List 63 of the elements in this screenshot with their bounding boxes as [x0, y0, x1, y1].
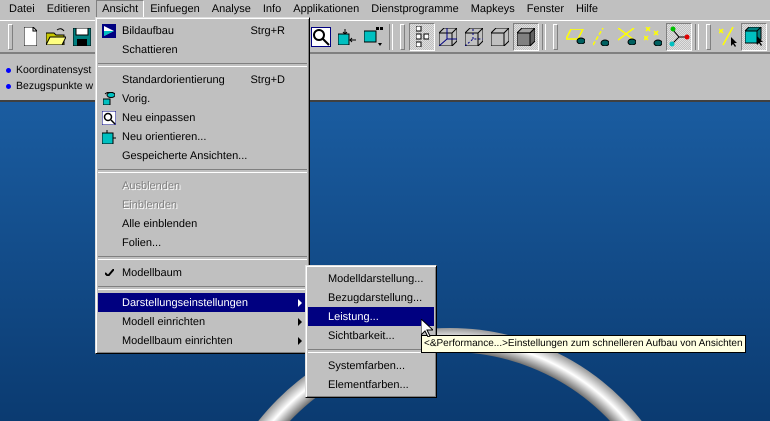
- toolbar-button[interactable]: [666, 22, 692, 50]
- menu-item[interactable]: Neu orientieren...: [98, 127, 307, 146]
- bullet-icon: [6, 68, 11, 72]
- menu-item[interactable]: Leistung...: [308, 307, 434, 326]
- previous-view-icon: [103, 92, 115, 105]
- menu-title[interactable]: Einfuegen: [144, 0, 206, 18]
- menu-item[interactable]: Modellbaum einrichten: [98, 331, 307, 350]
- shaded-cube-icon: [517, 28, 535, 46]
- menu-item[interactable]: Bildaufbau Strg+R: [98, 21, 307, 40]
- info-text: Bezugspunkte w: [16, 80, 94, 92]
- toolbar-button[interactable]: [513, 22, 539, 50]
- axis-eye-icon: [593, 28, 609, 46]
- menu-title[interactable]: Applikationen: [287, 0, 366, 18]
- axes-icon: [668, 26, 690, 47]
- menu-item[interactable]: Systemfarben...: [308, 356, 434, 375]
- menu-title[interactable]: Mapkeys: [464, 0, 521, 18]
- menu-item[interactable]: Modell einrichten: [98, 312, 307, 331]
- outline-cube-icon: [491, 28, 509, 46]
- menu-item[interactable]: Modelldarstellung...: [308, 269, 434, 288]
- magnifier-icon: [311, 26, 331, 46]
- submenu-arrow-icon: [298, 336, 302, 344]
- cube-arrows-icon: [102, 130, 116, 144]
- cursor-icon: [421, 319, 433, 337]
- plane-eye-icon: [566, 29, 584, 44]
- submenu-arrow-icon: [298, 298, 302, 306]
- cross-eye-icon: [618, 28, 636, 45]
- points-eye-icon: [644, 27, 662, 46]
- bullet-icon: [6, 84, 11, 88]
- tooltip: <&Performance...>Einstellungen zum schnelleren Aufbau von Ansichten: [421, 335, 746, 353]
- menu-item[interactable]: Vorig.: [98, 89, 307, 108]
- menu-item[interactable]: Standardorientierung Strg+D: [98, 70, 307, 89]
- menu-title[interactable]: Datei: [3, 0, 41, 18]
- cube-arrows-icon: [338, 28, 356, 44]
- toolbar-button[interactable]: [409, 22, 435, 50]
- tree-icon: [416, 26, 428, 47]
- menu-item[interactable]: Darstellungseinstellungen: [98, 293, 307, 312]
- menu-title[interactable]: Info: [256, 0, 288, 18]
- submenu-arrow-icon: [298, 318, 302, 326]
- menu-item[interactable]: Folien...: [98, 233, 307, 252]
- menu-item[interactable]: Gespeicherte Ansichten...: [98, 146, 307, 165]
- menu-title[interactable]: Editieren: [40, 0, 96, 18]
- menu-item[interactable]: Alle einblenden: [98, 214, 307, 233]
- toolbar-button[interactable]: [741, 22, 767, 50]
- magnifier-icon: [102, 110, 116, 124]
- dashed-cube-icon: [465, 28, 483, 46]
- repaint-icon: [102, 24, 116, 38]
- cube-dropdown-icon: [364, 27, 382, 46]
- new-file-icon: [24, 27, 36, 46]
- line-cursor-icon: [719, 26, 737, 46]
- info-text: Koordinatensyst: [16, 64, 92, 76]
- folder-icon: [46, 28, 66, 45]
- check-icon: [104, 269, 114, 276]
- menu-title[interactable]: Hilfe: [570, 0, 604, 18]
- wireframe-cube-icon: [439, 28, 457, 46]
- cube-cursor-icon: [745, 27, 763, 46]
- menu-item[interactable]: Bezugdarstellung...: [308, 288, 434, 307]
- menu-item[interactable]: Schattieren: [98, 40, 307, 59]
- menu-title[interactable]: Analyse: [206, 0, 257, 18]
- menu-title[interactable]: Fenster: [520, 0, 570, 18]
- menu-item[interactable]: Neu einpassen: [98, 108, 307, 127]
- menu-item[interactable]: Elementfarben...: [308, 375, 434, 394]
- menu-title[interactable]: Dienstprogramme: [365, 0, 465, 18]
- menu-item[interactable]: Modellbaum: [98, 263, 307, 282]
